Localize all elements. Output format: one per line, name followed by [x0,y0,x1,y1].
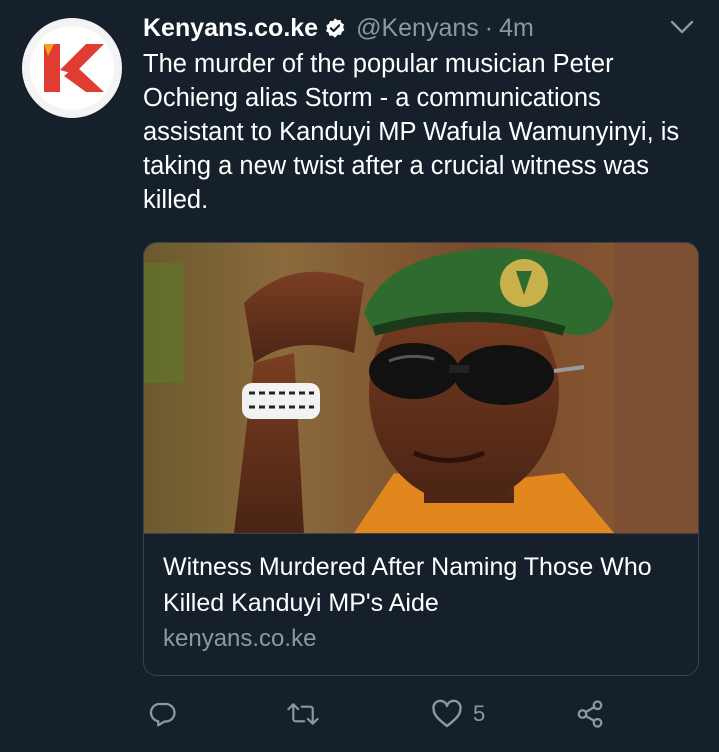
like-button[interactable]: 5 [431,694,485,734]
card-title[interactable]: Witness Murdered After Naming Those Who … [163,549,683,621]
retweet-button[interactable] [286,694,320,734]
share-button[interactable] [575,694,605,734]
reply-icon [147,699,177,729]
retweet-icon [286,699,320,729]
verified-badge-icon [324,17,346,39]
separator-dot: · [484,13,494,42]
link-card[interactable]: Witness Murdered After Naming Those Who … [143,242,699,676]
chevron-down-icon[interactable] [667,16,697,38]
card-divider [144,533,698,534]
share-icon [575,699,605,729]
card-domain[interactable]: kenyans.co.ke [163,625,316,653]
tweet-text: The murder of the popular musician Peter… [143,50,680,214]
heart-icon [431,699,463,729]
card-image [144,243,698,533]
timestamp[interactable]: 4m [499,14,534,43]
display-name[interactable]: Kenyans.co.ke [143,14,318,43]
tweet-header: Kenyans.co.ke @Kenyans · 4m [143,8,534,48]
reply-button[interactable] [147,694,177,734]
avatar[interactable] [22,18,122,118]
like-count: 5 [473,701,486,726]
tweet-actions: 5 [143,694,703,734]
user-handle[interactable]: @Kenyans [356,14,479,43]
tweet[interactable]: Kenyans.co.ke @Kenyans · 4m The murder o… [0,0,719,752]
kenyans-logo-icon [30,26,114,110]
